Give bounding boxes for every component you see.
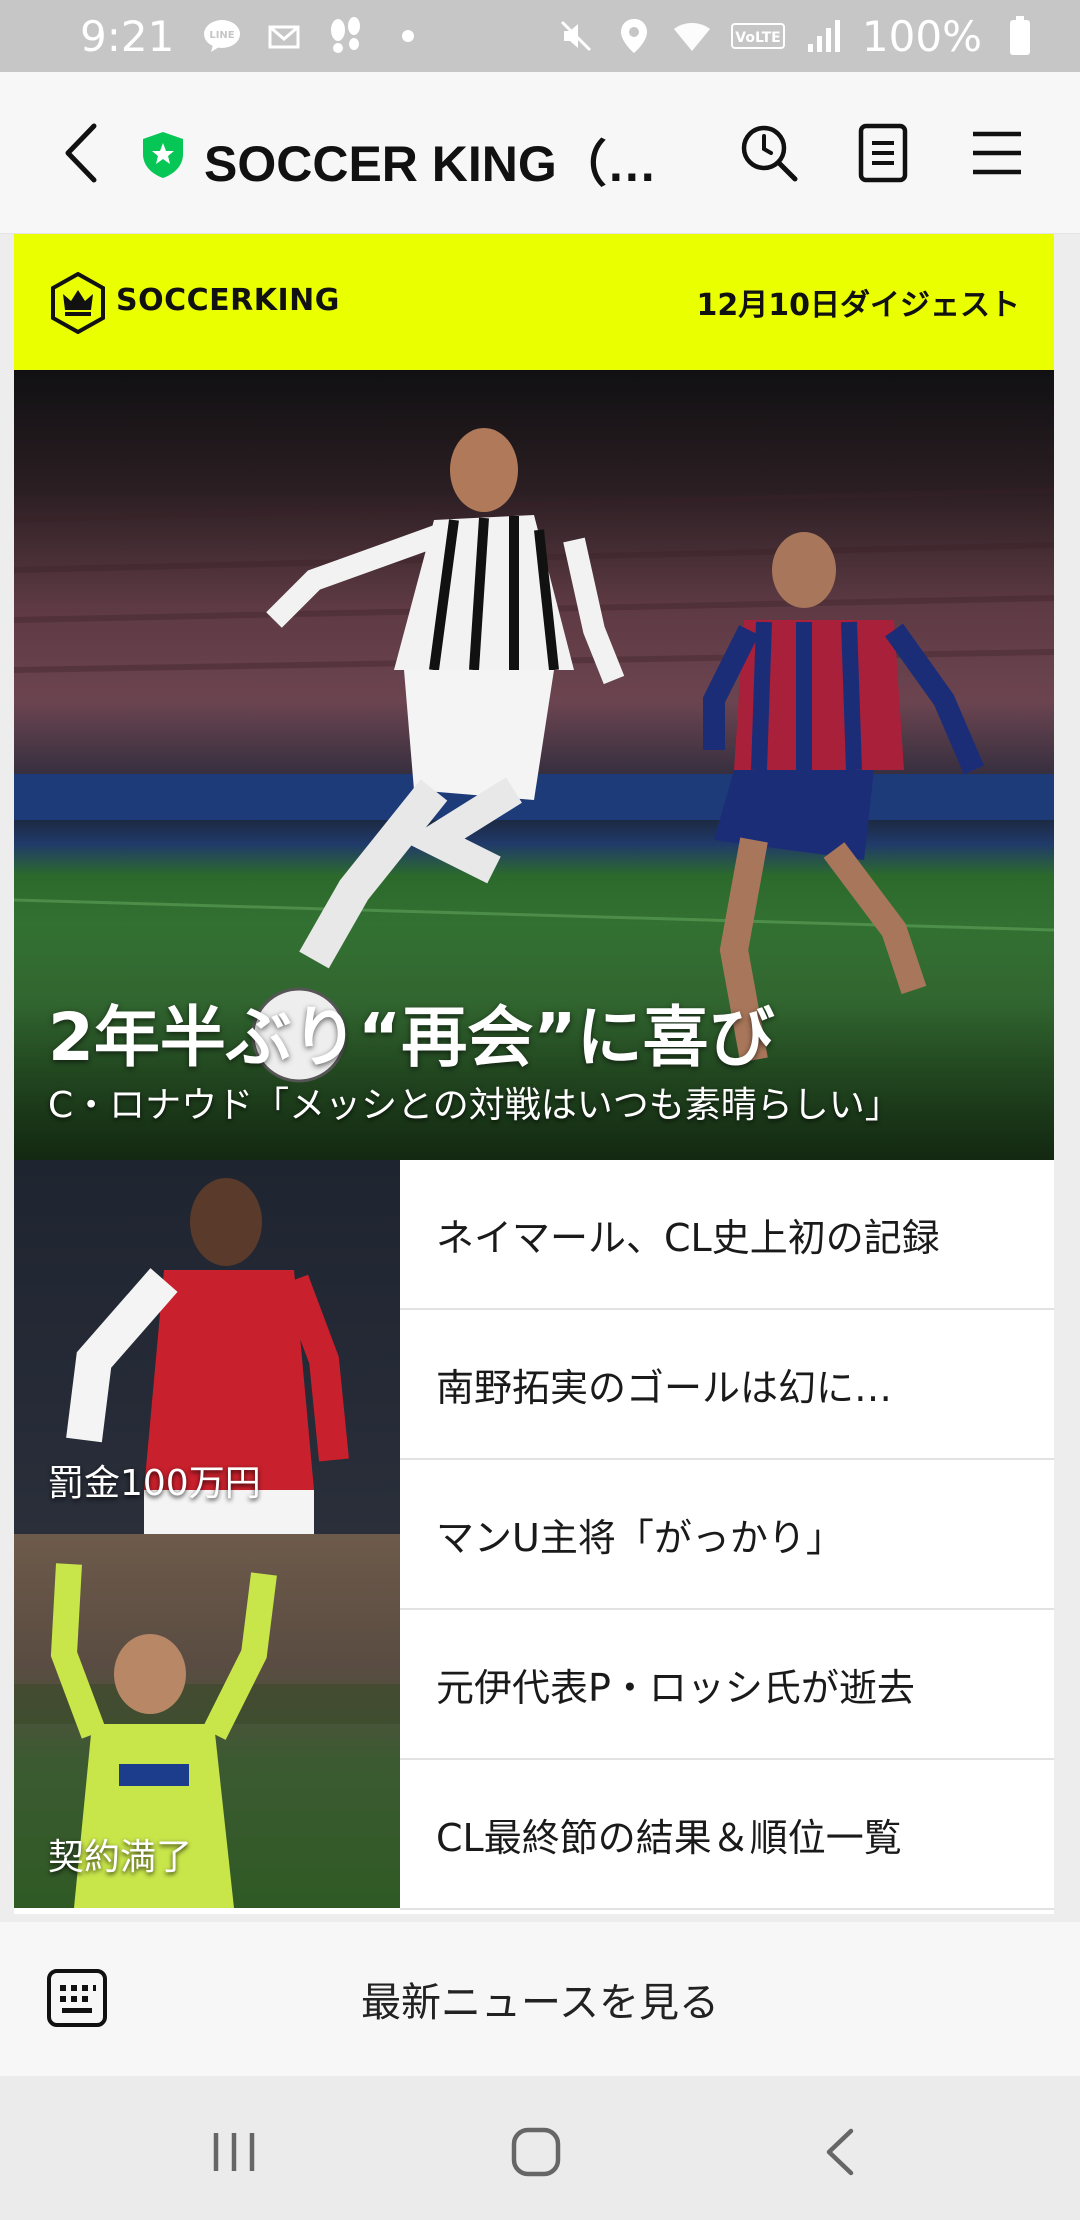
home-button[interactable] bbox=[496, 2112, 576, 2192]
app-header: SOCCER KING（サッカーキング） bbox=[0, 72, 1080, 234]
search-icon bbox=[741, 125, 798, 182]
mute-icon bbox=[556, 16, 596, 56]
digest-date: 12月10日ダイジェスト bbox=[696, 288, 1021, 323]
line-icon: LINE bbox=[202, 16, 242, 56]
document-button[interactable] bbox=[846, 116, 920, 190]
recents-button[interactable] bbox=[194, 2112, 274, 2192]
news-item[interactable]: 元伊代表P・ロッシ氏が逝去 bbox=[400, 1610, 1054, 1760]
system-nav-bar bbox=[0, 2076, 1080, 2220]
news-item[interactable]: CL最終節の結果＆順位一覧 bbox=[400, 1760, 1054, 1910]
recents-icon bbox=[213, 2133, 255, 2171]
thumbnail-article-2[interactable]: 契約満了 bbox=[14, 1534, 400, 1908]
brand-name: SOCCERKING bbox=[116, 283, 340, 318]
news-list: ネイマール、CL史上初の記録 南野拓実のゴールは幻に… マンU主将「がっかり」 … bbox=[400, 1160, 1054, 1910]
shield-star-icon bbox=[143, 132, 183, 178]
dot-icon bbox=[388, 16, 428, 56]
volte-icon: VoLTE bbox=[730, 16, 786, 56]
status-bar: 9:21 LINE VoLTE 100% bbox=[0, 0, 1080, 72]
signal-icon bbox=[804, 16, 844, 56]
back-icon bbox=[65, 123, 97, 183]
search-button[interactable] bbox=[732, 116, 806, 190]
hero-subtitle: C・ロナウド「メッシとの対戦はいつも素晴らしい」 bbox=[48, 1085, 901, 1126]
hero-title: 2年半ぶり“再会”に喜び bbox=[48, 999, 775, 1076]
digest-card: SOCCERKING 12月10日ダイジェスト 2年半ぶり“再会”に喜び C・ロ… bbox=[14, 234, 1054, 1914]
bottom-bar: 最新ニュースを見る bbox=[0, 1922, 1080, 2076]
menu-icon bbox=[973, 131, 1021, 175]
card-banner: SOCCERKING 12月10日ダイジェスト bbox=[14, 234, 1054, 370]
keyboard-icon[interactable] bbox=[46, 1968, 108, 2028]
back-nav-icon bbox=[826, 2128, 854, 2176]
news-item[interactable]: ネイマール、CL史上初の記録 bbox=[400, 1160, 1054, 1310]
battery-level: 100% bbox=[861, 11, 982, 61]
status-time: 9:21 bbox=[80, 11, 175, 61]
home-icon bbox=[511, 2127, 561, 2177]
menu-button[interactable] bbox=[960, 116, 1034, 190]
svg-text:LINE: LINE bbox=[210, 30, 235, 41]
crown-logo-icon bbox=[51, 272, 105, 334]
document-icon bbox=[858, 123, 908, 183]
back-button[interactable] bbox=[52, 120, 108, 186]
battery-icon bbox=[1000, 16, 1040, 56]
hero-article[interactable]: 2年半ぶり“再会”に喜び C・ロナウド「メッシとの対戦はいつも素晴らしい」 bbox=[14, 370, 1054, 1160]
thumbnail-caption-2: 契約満了 bbox=[48, 1837, 193, 1878]
news-item[interactable]: マンU主将「がっかり」 bbox=[400, 1460, 1054, 1610]
svg-text:VoLTE: VoLTE bbox=[735, 30, 780, 46]
footprints-icon bbox=[326, 16, 366, 56]
nav-back-button[interactable] bbox=[800, 2112, 880, 2192]
status-right: VoLTE 100% bbox=[556, 12, 1040, 61]
thumbnail-caption-1: 罰金100万円 bbox=[48, 1463, 261, 1504]
wifi-icon bbox=[672, 16, 712, 56]
location-icon bbox=[614, 16, 654, 56]
page-title: SOCCER KING（サッカーキング） bbox=[204, 136, 674, 192]
status-left: 9:21 LINE bbox=[80, 12, 428, 61]
thumbnail-article-1[interactable]: 罰金100万円 bbox=[14, 1160, 400, 1534]
mail-icon bbox=[264, 16, 304, 56]
latest-news-button[interactable]: 最新ニュースを見る bbox=[0, 1970, 1080, 2028]
news-item[interactable]: 南野拓実のゴールは幻に… bbox=[400, 1310, 1054, 1460]
